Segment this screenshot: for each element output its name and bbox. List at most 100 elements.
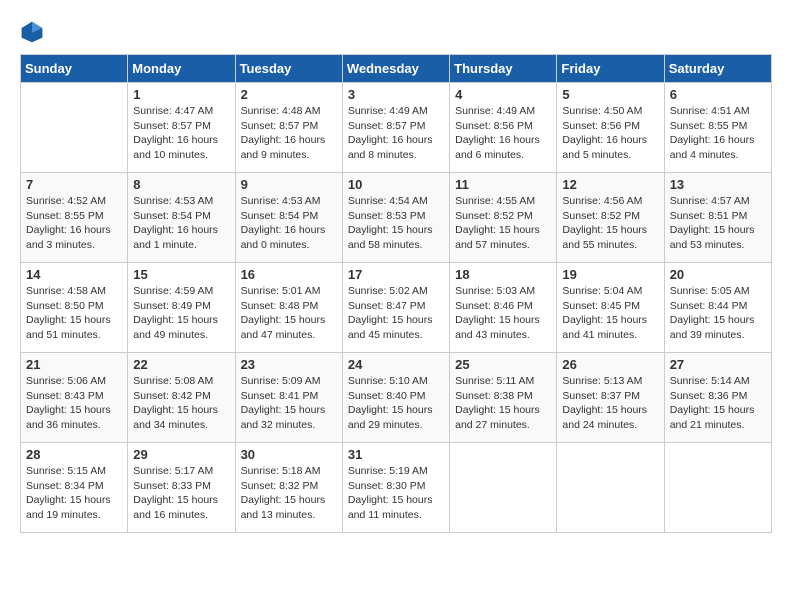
calendar-cell: 30 Sunrise: 5:18 AM Sunset: 8:32 PM Dayli… (235, 443, 342, 533)
calendar-table: SundayMondayTuesdayWednesdayThursdayFrid… (20, 54, 772, 533)
day-number: 10 (348, 177, 444, 192)
calendar-cell: 13 Sunrise: 4:57 AM Sunset: 8:51 PM Dayli… (664, 173, 771, 263)
day-number: 30 (241, 447, 337, 462)
day-number: 14 (26, 267, 122, 282)
day-info: Sunrise: 5:04 AM Sunset: 8:45 PM Dayligh… (562, 284, 658, 343)
day-info: Sunrise: 5:17 AM Sunset: 8:33 PM Dayligh… (133, 464, 229, 523)
calendar-cell: 18Sunrise: 5:03 AM Sunset: 8:46 PM Dayli… (450, 263, 557, 353)
column-header-wednesday: Wednesday (342, 55, 449, 83)
calendar-cell: 14 Sunrise: 4:58 AM Sunset: 8:50 PM Dayli… (21, 263, 128, 353)
day-info: Sunrise: 4:49 AM Sunset: 8:56 PM Dayligh… (455, 104, 551, 163)
column-header-friday: Friday (557, 55, 664, 83)
logo-icon (20, 20, 44, 44)
day-info: Sunrise: 4:55 AM Sunset: 8:52 PM Dayligh… (455, 194, 551, 253)
day-info: Sunrise: 4:53 AM Sunset: 8:54 PM Dayligh… (241, 194, 337, 253)
day-number: 25 (455, 357, 551, 372)
day-info: Sunrise: 5:09 AM Sunset: 8:41 PM Dayligh… (241, 374, 337, 433)
page-header (20, 20, 772, 44)
day-number: 11 (455, 177, 551, 192)
calendar-cell (21, 83, 128, 173)
day-info: Sunrise: 5:08 AM Sunset: 8:42 PM Dayligh… (133, 374, 229, 433)
calendar-cell: 2 Sunrise: 4:48 AM Sunset: 8:57 PM Daylig… (235, 83, 342, 173)
day-info: Sunrise: 5:06 AM Sunset: 8:43 PM Dayligh… (26, 374, 122, 433)
day-number: 2 (241, 87, 337, 102)
day-info: Sunrise: 4:50 AM Sunset: 8:56 PM Dayligh… (562, 104, 658, 163)
day-number: 4 (455, 87, 551, 102)
day-info: Sunrise: 4:51 AM Sunset: 8:55 PM Dayligh… (670, 104, 766, 163)
day-number: 5 (562, 87, 658, 102)
day-number: 8 (133, 177, 229, 192)
calendar-week-row: 1 Sunrise: 4:47 AM Sunset: 8:57 PM Daylig… (21, 83, 772, 173)
day-info: Sunrise: 4:53 AM Sunset: 8:54 PM Dayligh… (133, 194, 229, 253)
day-info: Sunrise: 4:59 AM Sunset: 8:49 PM Dayligh… (133, 284, 229, 343)
day-info: Sunrise: 5:15 AM Sunset: 8:34 PM Dayligh… (26, 464, 122, 523)
calendar-cell (450, 443, 557, 533)
column-header-sunday: Sunday (21, 55, 128, 83)
day-info: Sunrise: 5:14 AM Sunset: 8:36 PM Dayligh… (670, 374, 766, 433)
day-number: 7 (26, 177, 122, 192)
calendar-cell: 11 Sunrise: 4:55 AM Sunset: 8:52 PM Dayli… (450, 173, 557, 263)
day-info: Sunrise: 5:13 AM Sunset: 8:37 PM Dayligh… (562, 374, 658, 433)
day-number: 24 (348, 357, 444, 372)
day-info: Sunrise: 4:56 AM Sunset: 8:52 PM Dayligh… (562, 194, 658, 253)
day-number: 26 (562, 357, 658, 372)
calendar-cell: 3 Sunrise: 4:49 AM Sunset: 8:57 PM Daylig… (342, 83, 449, 173)
calendar-cell: 29Sunrise: 5:17 AM Sunset: 8:33 PM Dayli… (128, 443, 235, 533)
column-header-saturday: Saturday (664, 55, 771, 83)
day-info: Sunrise: 5:05 AM Sunset: 8:44 PM Dayligh… (670, 284, 766, 343)
calendar-cell: 16Sunrise: 5:01 AM Sunset: 8:48 PM Dayli… (235, 263, 342, 353)
calendar-cell (557, 443, 664, 533)
calendar-cell: 6Sunrise: 4:51 AM Sunset: 8:55 PM Daylig… (664, 83, 771, 173)
day-number: 13 (670, 177, 766, 192)
day-info: Sunrise: 4:54 AM Sunset: 8:53 PM Dayligh… (348, 194, 444, 253)
calendar-week-row: 21 Sunrise: 5:06 AM Sunset: 8:43 PM Dayli… (21, 353, 772, 443)
calendar-week-row: 7 Sunrise: 4:52 AM Sunset: 8:55 PM Daylig… (21, 173, 772, 263)
day-info: Sunrise: 5:18 AM Sunset: 8:32 PM Dayligh… (241, 464, 337, 523)
day-number: 21 (26, 357, 122, 372)
day-number: 19 (562, 267, 658, 282)
day-info: Sunrise: 5:03 AM Sunset: 8:46 PM Dayligh… (455, 284, 551, 343)
calendar-week-row: 14 Sunrise: 4:58 AM Sunset: 8:50 PM Dayli… (21, 263, 772, 353)
day-info: Sunrise: 4:57 AM Sunset: 8:51 PM Dayligh… (670, 194, 766, 253)
day-info: Sunrise: 5:01 AM Sunset: 8:48 PM Dayligh… (241, 284, 337, 343)
day-number: 12 (562, 177, 658, 192)
day-number: 23 (241, 357, 337, 372)
calendar-cell: 12 Sunrise: 4:56 AM Sunset: 8:52 PM Dayli… (557, 173, 664, 263)
day-number: 15 (133, 267, 229, 282)
day-number: 27 (670, 357, 766, 372)
day-number: 22 (133, 357, 229, 372)
column-header-tuesday: Tuesday (235, 55, 342, 83)
day-number: 31 (348, 447, 444, 462)
day-info: Sunrise: 5:10 AM Sunset: 8:40 PM Dayligh… (348, 374, 444, 433)
calendar-cell: 23 Sunrise: 5:09 AM Sunset: 8:41 PM Dayli… (235, 353, 342, 443)
day-info: Sunrise: 4:48 AM Sunset: 8:57 PM Dayligh… (241, 104, 337, 163)
calendar-cell: 15 Sunrise: 4:59 AM Sunset: 8:49 PM Dayli… (128, 263, 235, 353)
calendar-cell: 24 Sunrise: 5:10 AM Sunset: 8:40 PM Dayli… (342, 353, 449, 443)
calendar-cell (664, 443, 771, 533)
calendar-cell: 31 Sunrise: 5:19 AM Sunset: 8:30 PM Dayli… (342, 443, 449, 533)
calendar-week-row: 28 Sunrise: 5:15 AM Sunset: 8:34 PM Dayli… (21, 443, 772, 533)
calendar-cell: 10 Sunrise: 4:54 AM Sunset: 8:53 PM Dayli… (342, 173, 449, 263)
day-info: Sunrise: 5:11 AM Sunset: 8:38 PM Dayligh… (455, 374, 551, 433)
calendar-cell: 19 Sunrise: 5:04 AM Sunset: 8:45 PM Dayli… (557, 263, 664, 353)
calendar-cell: 8 Sunrise: 4:53 AM Sunset: 8:54 PM Daylig… (128, 173, 235, 263)
day-info: Sunrise: 4:47 AM Sunset: 8:57 PM Dayligh… (133, 104, 229, 163)
day-info: Sunrise: 5:02 AM Sunset: 8:47 PM Dayligh… (348, 284, 444, 343)
day-info: Sunrise: 4:58 AM Sunset: 8:50 PM Dayligh… (26, 284, 122, 343)
day-info: Sunrise: 4:52 AM Sunset: 8:55 PM Dayligh… (26, 194, 122, 253)
calendar-cell: 26 Sunrise: 5:13 AM Sunset: 8:37 PM Dayli… (557, 353, 664, 443)
day-info: Sunrise: 4:49 AM Sunset: 8:57 PM Dayligh… (348, 104, 444, 163)
calendar-cell: 7 Sunrise: 4:52 AM Sunset: 8:55 PM Daylig… (21, 173, 128, 263)
day-number: 3 (348, 87, 444, 102)
day-info: Sunrise: 5:19 AM Sunset: 8:30 PM Dayligh… (348, 464, 444, 523)
calendar-cell: 9 Sunrise: 4:53 AM Sunset: 8:54 PM Daylig… (235, 173, 342, 263)
calendar-cell: 27 Sunrise: 5:14 AM Sunset: 8:36 PM Dayli… (664, 353, 771, 443)
column-header-monday: Monday (128, 55, 235, 83)
calendar-cell: 21 Sunrise: 5:06 AM Sunset: 8:43 PM Dayli… (21, 353, 128, 443)
day-number: 1 (133, 87, 229, 102)
calendar-cell: 28 Sunrise: 5:15 AM Sunset: 8:34 PM Dayli… (21, 443, 128, 533)
day-number: 28 (26, 447, 122, 462)
day-number: 9 (241, 177, 337, 192)
calendar-cell: 20Sunrise: 5:05 AM Sunset: 8:44 PM Dayli… (664, 263, 771, 353)
calendar-cell: 5 Sunrise: 4:50 AM Sunset: 8:56 PM Daylig… (557, 83, 664, 173)
